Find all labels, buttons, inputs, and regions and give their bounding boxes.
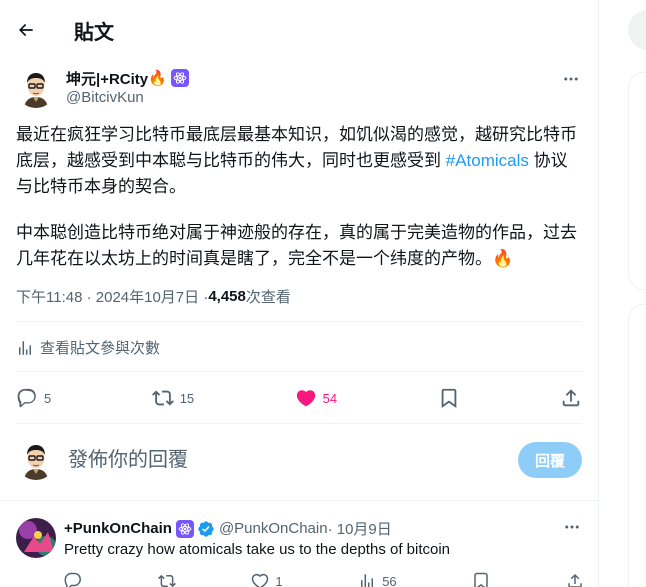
analytics-icon [361, 574, 374, 587]
fire-emoji: 🔥 [148, 70, 167, 87]
divider [16, 423, 582, 424]
right-sidebar [600, 0, 646, 587]
atom-badge-icon[interactable] [170, 69, 189, 87]
tweet-meta: 下午11:48 · 2024年10月7日 · 4,458 次查看 [16, 286, 291, 306]
reply-composer: 發佈你的回覆 回覆 [16, 437, 582, 483]
tweet-timestamp[interactable]: 下午11:48 · 2024年10月7日 · [16, 286, 208, 307]
author-name[interactable]: 坤元|+RCity [66, 68, 148, 89]
repost-button[interactable]: 15 [151, 387, 195, 409]
my-avatar-image [16, 440, 56, 480]
reply-like-count: 1 [275, 573, 283, 587]
reply-icon [17, 388, 36, 408]
like-button[interactable]: 54 [295, 387, 337, 409]
fire-emoji: 🔥 [492, 249, 514, 268]
reply-avatar[interactable] [16, 518, 56, 558]
bookmark-button[interactable] [438, 387, 460, 409]
analytics-icon [19, 340, 31, 355]
repost-icon [151, 390, 174, 406]
reply-more-options-button[interactable] [555, 512, 589, 542]
reply-author-handle[interactable]: @PunkOnChain [219, 520, 328, 537]
atom-badge-icon[interactable] [175, 519, 194, 538]
view-engagements-link[interactable]: 查看貼文參與次數 [16, 337, 160, 358]
tweet-paragraph-2: 中本聪创造比特币绝对属于神迹般的存在，真的属于完美造物的作品，过去几年花在以太坊… [16, 223, 577, 268]
tweet-author: 坤元|+RCity 🔥 @BitcivKun [16, 68, 189, 108]
divider [0, 500, 598, 501]
reply-text: Pretty crazy how atomicals take us to th… [64, 541, 451, 558]
reply-bookmark-button[interactable] [472, 572, 490, 587]
reply-share-button[interactable] [566, 572, 584, 587]
sidebar-panel [628, 304, 646, 587]
more-dots-icon [565, 525, 579, 529]
top-bar: 貼文 [0, 0, 598, 60]
repost-count: 15 [179, 390, 195, 406]
reply-count: 5 [44, 390, 52, 406]
share-icon [568, 573, 582, 587]
reply-repost-button[interactable] [157, 572, 176, 587]
reply-views-count: 56 [382, 573, 397, 587]
more-options-button[interactable] [554, 64, 588, 94]
reply-reply-button[interactable] [64, 572, 82, 587]
tweet-text: 最近在疯狂学习比特币最底层最基本知识，如饥似渴的感觉，越研究比特币底层，越感受到… [16, 122, 582, 292]
my-avatar[interactable] [16, 440, 56, 480]
share-button[interactable] [560, 387, 582, 409]
hashtag-link[interactable]: #Atomicals [446, 151, 529, 170]
tweet-paragraph-1: 最近在疯狂学习比特币最底层最基本知识，如饥似渴的感觉，越研究比特币底层，越感受到… [16, 125, 577, 196]
views-count: 4,458 [208, 287, 246, 305]
page-title: 貼文 [74, 21, 114, 44]
reply-button[interactable]: 5 [16, 387, 51, 409]
heart-icon [252, 573, 269, 587]
author-handle[interactable]: @BitcivKun [66, 89, 189, 106]
reply-input[interactable]: 發佈你的回覆 [68, 440, 518, 480]
more-dots-icon [564, 77, 578, 81]
reply-views-button[interactable]: 56 [358, 572, 397, 587]
reply-icon [64, 572, 81, 587]
reply-date[interactable]: · 10月9日 [328, 518, 392, 539]
reply-avatar-image [16, 518, 56, 558]
verified-badge-icon [197, 520, 215, 538]
tweet-actions: 5 15 54 [16, 383, 582, 413]
like-count: 54 [322, 390, 338, 406]
reply-like-button[interactable]: 1 [251, 572, 283, 587]
author-avatar-image [16, 68, 56, 108]
divider [16, 321, 582, 322]
back-button[interactable] [8, 12, 44, 48]
divider [16, 371, 582, 372]
author-avatar[interactable] [16, 68, 56, 108]
search-box[interactable] [628, 10, 646, 50]
reply-submit-button[interactable]: 回覆 [518, 442, 582, 478]
bookmark-icon [441, 388, 456, 409]
back-arrow-icon [19, 23, 33, 37]
bookmark-icon [474, 572, 489, 587]
views-label: 次查看 [245, 288, 291, 306]
share-icon [562, 389, 580, 407]
reply-header: +PunkOnChain @PunkOnChain · 10月9日 [64, 518, 392, 539]
main-column: 貼文 坤元|+RCity 🔥 @BitcivKun 最近在疯狂学习比特币最底层最… [0, 0, 599, 587]
reply-actions: 1 56 [64, 572, 584, 587]
heart-filled-icon [296, 390, 315, 407]
reply-author-name[interactable]: +PunkOnChain [64, 520, 172, 537]
repost-icon [157, 574, 176, 587]
sidebar-panel [628, 72, 646, 290]
